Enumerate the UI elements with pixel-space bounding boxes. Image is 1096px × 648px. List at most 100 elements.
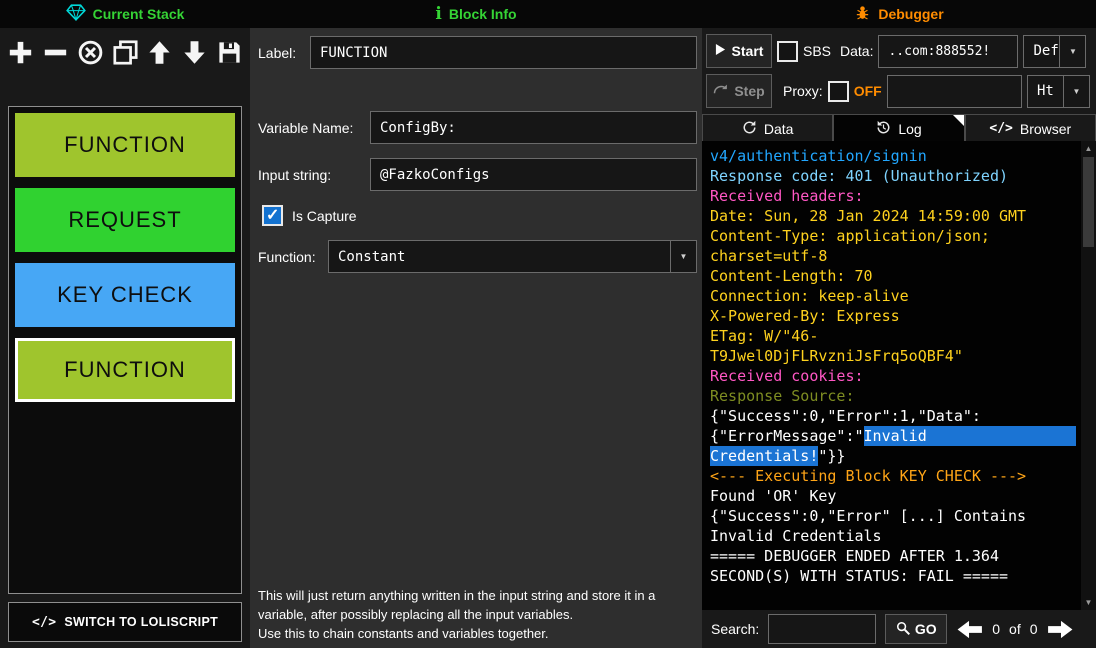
input-string-input[interactable] [370, 158, 697, 191]
input-string-label: Input string: [258, 167, 370, 183]
tab-data[interactable]: Data [702, 114, 833, 143]
tab-log[interactable]: Log [833, 114, 964, 143]
block-description-line: Use this to chain constants and variable… [258, 624, 698, 643]
function-dropdown-value: Constant [329, 241, 670, 272]
function-dropdown[interactable]: Constant ▼ [328, 240, 697, 273]
history-icon [876, 120, 891, 138]
search-icon [896, 621, 910, 638]
info-icon: i [435, 6, 441, 23]
block-description: This will just return anything written i… [258, 586, 698, 643]
log-line: Invalid Credentials [710, 526, 1076, 546]
clear-stack-button[interactable] [73, 31, 107, 73]
log-line: Credentials!"}} [710, 446, 1076, 466]
log-search-bar: Search: GO 0 of 0 [702, 610, 1096, 648]
stack-toolbar [0, 28, 250, 76]
stack-block-key-check[interactable]: KEY CHECK [15, 263, 235, 327]
switch-to-loliscript-button[interactable]: </> SWITCH TO LOLISCRIPT [8, 602, 242, 642]
search-result-of: of [1009, 621, 1021, 637]
debugger-tabs: Data Log </> Browser [702, 114, 1096, 143]
stack-block-request[interactable]: REQUEST [15, 188, 235, 252]
log-scrollbar[interactable]: ▲ ▼ [1081, 141, 1096, 610]
scrollbar-thumb[interactable] [1083, 157, 1094, 247]
remove-circle-icon [77, 39, 104, 66]
log-line: <--- Executing Block KEY CHECK ---> [710, 466, 1076, 486]
block-info-title: Block Info [449, 6, 517, 22]
tab-browser[interactable]: </> Browser [965, 114, 1096, 143]
proxy-label: Proxy: [783, 83, 823, 99]
data-input[interactable] [878, 35, 1018, 68]
log-line: v4/authentication/signin [710, 146, 1076, 166]
code-icon: </> [989, 121, 1012, 136]
step-button[interactable]: Step [706, 74, 772, 108]
add-block-button[interactable] [4, 31, 38, 73]
move-block-up-button[interactable] [143, 31, 177, 73]
duplicate-icon [112, 39, 139, 66]
save-config-button[interactable] [212, 31, 246, 73]
refresh-icon [742, 120, 757, 138]
log-line: Connection: keep-alive [710, 286, 1076, 306]
log-content: v4/authentication/signinResponse code: 4… [710, 146, 1076, 586]
label-field-input[interactable] [310, 36, 697, 69]
scroll-up-arrow-icon[interactable]: ▲ [1081, 141, 1096, 156]
proxy-status: OFF [854, 83, 882, 99]
save-icon [216, 39, 243, 66]
stack-panel: FUNCTION REQUEST KEY CHECK FUNCTION [8, 106, 242, 594]
is-capture-checkbox[interactable] [262, 205, 283, 226]
current-stack-title: Current Stack [93, 6, 185, 22]
switch-button-label: SWITCH TO LOLISCRIPT [64, 615, 218, 629]
log-line: Received cookies: [710, 366, 1076, 386]
proxy-input[interactable] [887, 75, 1022, 108]
chevron-down-icon: ▼ [1059, 36, 1085, 67]
step-button-label: Step [734, 83, 764, 99]
log-line: Found 'OR' Key [710, 486, 1076, 506]
sbs-checkbox[interactable] [777, 41, 798, 62]
start-button-label: Start [732, 43, 764, 59]
log-line: Response Source: [710, 386, 1076, 406]
move-block-down-button[interactable] [178, 31, 212, 73]
chevron-down-icon: ▼ [1063, 76, 1089, 107]
minus-icon [42, 39, 69, 66]
variable-name-label: Variable Name: [258, 120, 370, 136]
wordlist-type-dropdown[interactable]: Def ▼ [1023, 35, 1086, 68]
sbs-label: SBS [803, 43, 831, 59]
previous-result-button[interactable] [956, 619, 983, 640]
tab-browser-label: Browser [1020, 121, 1071, 137]
block-info-panel: Label: Variable Name: Input string: Is C… [250, 28, 702, 648]
search-go-button[interactable]: GO [885, 614, 947, 644]
is-capture-label: Is Capture [292, 208, 357, 224]
log-line: ETag: W/"46- [710, 326, 1076, 346]
arrow-up-icon [146, 39, 173, 66]
log-line: {"Success":0,"Error":1,"Data": [710, 406, 1076, 426]
search-go-label: GO [915, 621, 937, 637]
block-info-header: i Block Info [250, 0, 702, 28]
next-result-button[interactable] [1047, 619, 1074, 640]
stack-block-function[interactable]: FUNCTION [15, 338, 235, 402]
arrow-down-icon [181, 39, 208, 66]
clone-block-button[interactable] [108, 31, 142, 73]
search-label: Search: [711, 621, 759, 637]
debugger-title: Debugger [878, 6, 943, 22]
proxy-type-dropdown[interactable]: Ht ▼ [1027, 75, 1090, 108]
search-result-current: 0 [992, 621, 1000, 637]
debugger-header: Debugger [702, 0, 1096, 28]
remove-block-button[interactable] [39, 31, 73, 73]
data-label: Data: [840, 43, 873, 59]
variable-name-input[interactable] [370, 111, 697, 144]
scroll-down-arrow-icon[interactable]: ▼ [1081, 595, 1096, 610]
bug-icon [854, 4, 871, 24]
start-button[interactable]: Start [706, 34, 772, 68]
search-result-total: 0 [1030, 621, 1038, 637]
tab-log-label: Log [898, 121, 921, 137]
log-line: Content-Type: application/json; [710, 226, 1076, 246]
block-description-line: This will just return anything written i… [258, 586, 698, 624]
proxy-checkbox[interactable] [828, 81, 849, 102]
chevron-down-icon: ▼ [670, 241, 696, 272]
search-input[interactable] [768, 614, 876, 644]
stack-list: FUNCTION REQUEST KEY CHECK FUNCTION [15, 113, 235, 402]
code-icon: </> [32, 615, 56, 630]
stack-block-function[interactable]: FUNCTION [15, 113, 235, 177]
plus-icon [7, 39, 34, 66]
debugger-log[interactable]: v4/authentication/signinResponse code: 4… [702, 141, 1096, 610]
proxy-type-value: Ht [1028, 76, 1063, 107]
log-line: T9Jwel0DjFLRvzniJsFrq5oQBF4" [710, 346, 1076, 366]
